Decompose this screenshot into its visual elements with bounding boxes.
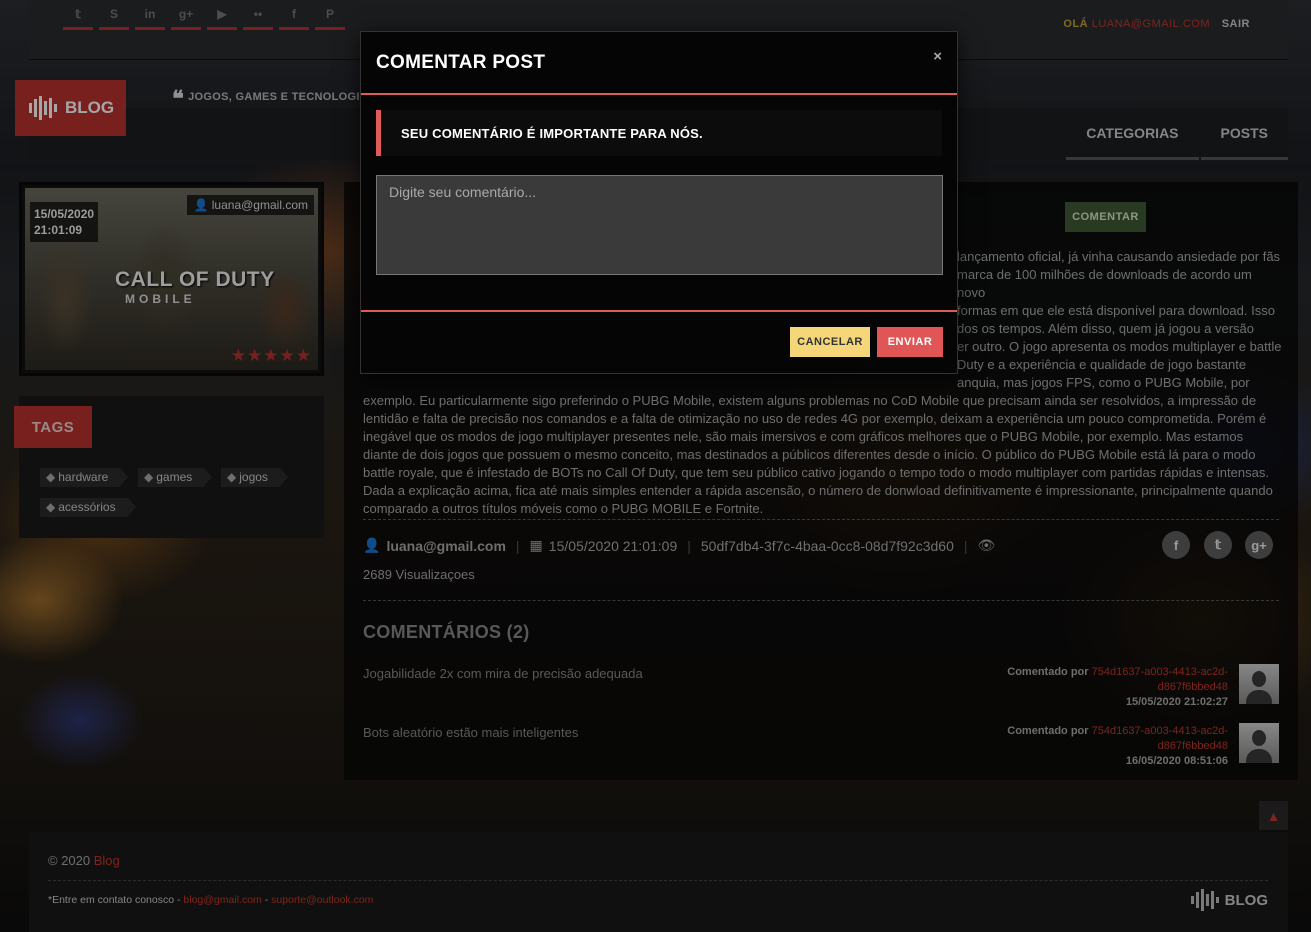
divider [361,310,957,312]
divider [361,93,957,95]
comment-textarea[interactable] [376,175,943,275]
close-icon[interactable]: × [933,48,942,65]
cancel-button[interactable]: CANCELAR [790,327,870,357]
send-button[interactable]: ENVIAR [877,327,943,357]
modal-alert: SEU COMENTÁRIO É IMPORTANTE PARA NÓS. [376,110,942,156]
modal-title: COMENTAR POST [376,52,546,73]
comment-modal: COMENTAR POST × SEU COMENTÁRIO É IMPORTA… [360,31,958,374]
